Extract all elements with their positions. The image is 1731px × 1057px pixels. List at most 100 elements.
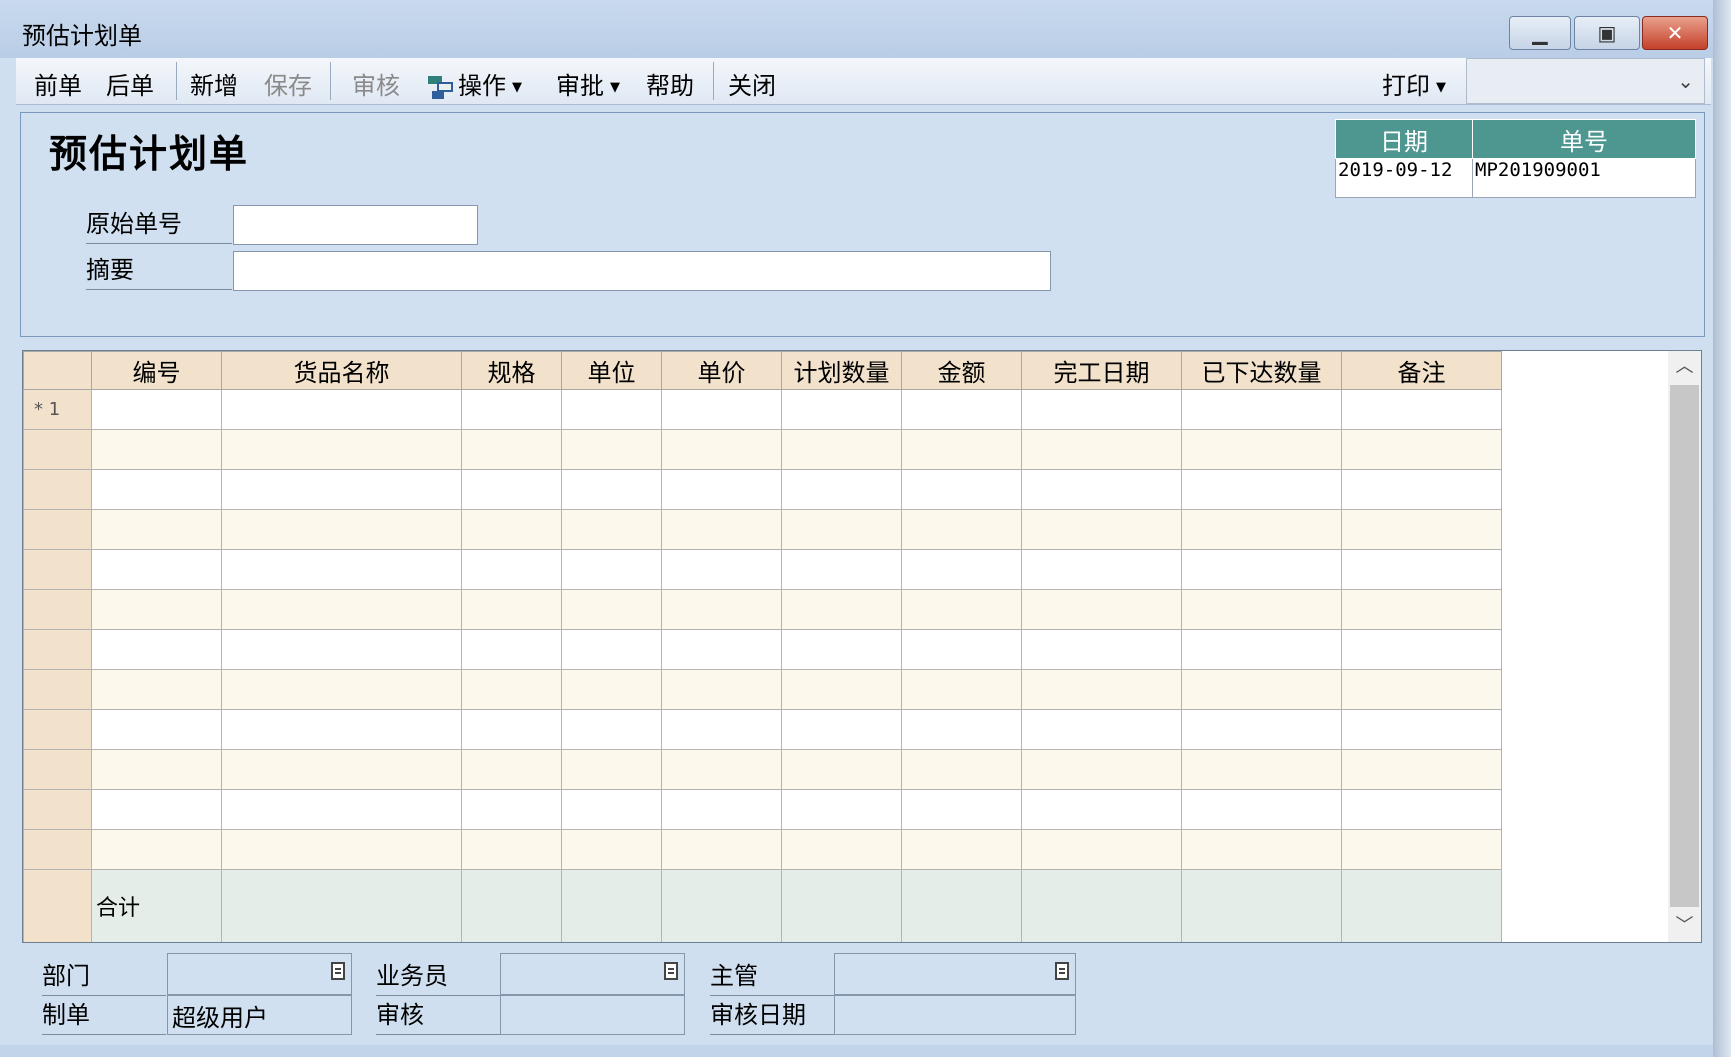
grid-cell[interactable] bbox=[901, 389, 1022, 430]
approve-menu-button[interactable]: 审批 ▼ bbox=[556, 66, 620, 101]
grid-cell[interactable] bbox=[1021, 509, 1182, 550]
salesman-field[interactable] bbox=[500, 953, 685, 995]
grid-cell[interactable] bbox=[661, 509, 782, 550]
grid-cell[interactable] bbox=[901, 749, 1022, 790]
grid-cell[interactable] bbox=[1021, 589, 1182, 630]
grid-cell[interactable] bbox=[1181, 509, 1342, 550]
row-header[interactable] bbox=[23, 829, 92, 870]
col-header[interactable]: 已下达数量 bbox=[1181, 351, 1342, 390]
grid-cell[interactable] bbox=[1341, 829, 1502, 870]
row-header[interactable] bbox=[23, 789, 92, 830]
grid-cell[interactable] bbox=[901, 549, 1022, 590]
grid-cell[interactable] bbox=[781, 629, 902, 670]
grid-cell[interactable] bbox=[91, 389, 222, 430]
col-header[interactable]: 完工日期 bbox=[1021, 351, 1182, 390]
col-header[interactable]: 货品名称 bbox=[221, 351, 462, 390]
table-row[interactable]: * 1 bbox=[23, 389, 1502, 430]
grid-cell[interactable] bbox=[781, 789, 902, 830]
grid-cell[interactable] bbox=[561, 749, 662, 790]
grid-cell[interactable] bbox=[1181, 389, 1342, 430]
grid-cell[interactable] bbox=[1021, 549, 1182, 590]
grid-cell[interactable] bbox=[661, 749, 782, 790]
scroll-thumb[interactable] bbox=[1670, 385, 1699, 907]
grid-cell[interactable] bbox=[91, 629, 222, 670]
grid-cell[interactable] bbox=[901, 589, 1022, 630]
summary-input[interactable] bbox=[233, 251, 1051, 291]
grid-cell[interactable] bbox=[561, 669, 662, 710]
grid-cell[interactable] bbox=[1181, 589, 1342, 630]
grid-cell[interactable] bbox=[221, 389, 462, 430]
col-header[interactable]: 计划数量 bbox=[781, 351, 902, 390]
manager-field[interactable] bbox=[834, 953, 1076, 995]
grid-cell[interactable] bbox=[781, 549, 902, 590]
table-row[interactable] bbox=[23, 549, 1502, 590]
table-row[interactable] bbox=[23, 429, 1502, 470]
table-row[interactable] bbox=[23, 669, 1502, 710]
minimize-button[interactable]: ▁ bbox=[1509, 16, 1571, 50]
grid-cell[interactable] bbox=[461, 629, 562, 670]
grid-cell[interactable] bbox=[561, 509, 662, 550]
grid-cell[interactable] bbox=[1341, 589, 1502, 630]
grid-cell[interactable] bbox=[901, 629, 1022, 670]
grid-cell[interactable] bbox=[1341, 469, 1502, 510]
help-button[interactable]: 帮助 bbox=[646, 66, 694, 101]
grid-cell[interactable] bbox=[901, 429, 1022, 470]
grid-cell[interactable] bbox=[91, 589, 222, 630]
grid-cell[interactable] bbox=[661, 429, 782, 470]
row-header[interactable] bbox=[23, 589, 92, 630]
close-button[interactable]: 关闭 bbox=[728, 66, 776, 101]
col-header[interactable]: 金额 bbox=[901, 351, 1022, 390]
row-header[interactable] bbox=[23, 749, 92, 790]
grid-cell[interactable] bbox=[221, 469, 462, 510]
maximize-button[interactable]: ▣ bbox=[1574, 16, 1640, 50]
grid-cell[interactable] bbox=[1021, 389, 1182, 430]
grid-cell[interactable] bbox=[91, 429, 222, 470]
dept-field[interactable] bbox=[167, 953, 352, 995]
grid-cell[interactable] bbox=[661, 789, 782, 830]
row-header[interactable] bbox=[23, 429, 92, 470]
row-header[interactable] bbox=[23, 629, 92, 670]
grid-cell[interactable] bbox=[91, 749, 222, 790]
new-button[interactable]: 新增 bbox=[190, 66, 238, 101]
grid-cell[interactable] bbox=[781, 749, 902, 790]
grid-cell[interactable] bbox=[91, 829, 222, 870]
grid-cell[interactable] bbox=[1341, 389, 1502, 430]
col-header[interactable]: 备注 bbox=[1341, 351, 1502, 390]
col-header[interactable]: 编号 bbox=[91, 351, 222, 390]
grid-cell[interactable] bbox=[91, 549, 222, 590]
grid-cell[interactable] bbox=[461, 429, 562, 470]
table-row[interactable] bbox=[23, 789, 1502, 830]
table-row[interactable] bbox=[23, 629, 1502, 670]
grid-cell[interactable] bbox=[221, 669, 462, 710]
close-window-button[interactable]: ✕ bbox=[1642, 16, 1708, 50]
grid-cell[interactable] bbox=[221, 629, 462, 670]
row-header[interactable] bbox=[23, 669, 92, 710]
grid-cell[interactable] bbox=[1021, 749, 1182, 790]
print-template-select[interactable]: ⌄ bbox=[1466, 58, 1705, 104]
chevron-down-icon[interactable]: ﹀ bbox=[1668, 910, 1701, 942]
grid-cell[interactable] bbox=[561, 469, 662, 510]
grid-cell[interactable] bbox=[461, 389, 562, 430]
grid-cell[interactable] bbox=[461, 789, 562, 830]
row-header[interactable] bbox=[23, 549, 92, 590]
grid-cell[interactable] bbox=[1181, 629, 1342, 670]
picker-icon[interactable] bbox=[331, 962, 345, 980]
table-row[interactable] bbox=[23, 469, 1502, 510]
grid-cell[interactable] bbox=[901, 509, 1022, 550]
grid-cell[interactable] bbox=[661, 469, 782, 510]
grid-cell[interactable] bbox=[781, 509, 902, 550]
grid-cell[interactable] bbox=[221, 749, 462, 790]
grid-cell[interactable] bbox=[1021, 629, 1182, 670]
grid-cell[interactable] bbox=[1021, 829, 1182, 870]
grid-cell[interactable] bbox=[661, 669, 782, 710]
col-header[interactable]: 单价 bbox=[661, 351, 782, 390]
table-row[interactable] bbox=[23, 829, 1502, 870]
grid-cell[interactable] bbox=[661, 549, 782, 590]
grid-cell[interactable] bbox=[901, 789, 1022, 830]
grid-cell[interactable] bbox=[1341, 789, 1502, 830]
grid-cell[interactable] bbox=[221, 589, 462, 630]
grid-cell[interactable] bbox=[561, 429, 662, 470]
grid-cell[interactable] bbox=[1341, 669, 1502, 710]
grid-cell[interactable] bbox=[221, 709, 462, 750]
grid-cell[interactable] bbox=[781, 709, 902, 750]
